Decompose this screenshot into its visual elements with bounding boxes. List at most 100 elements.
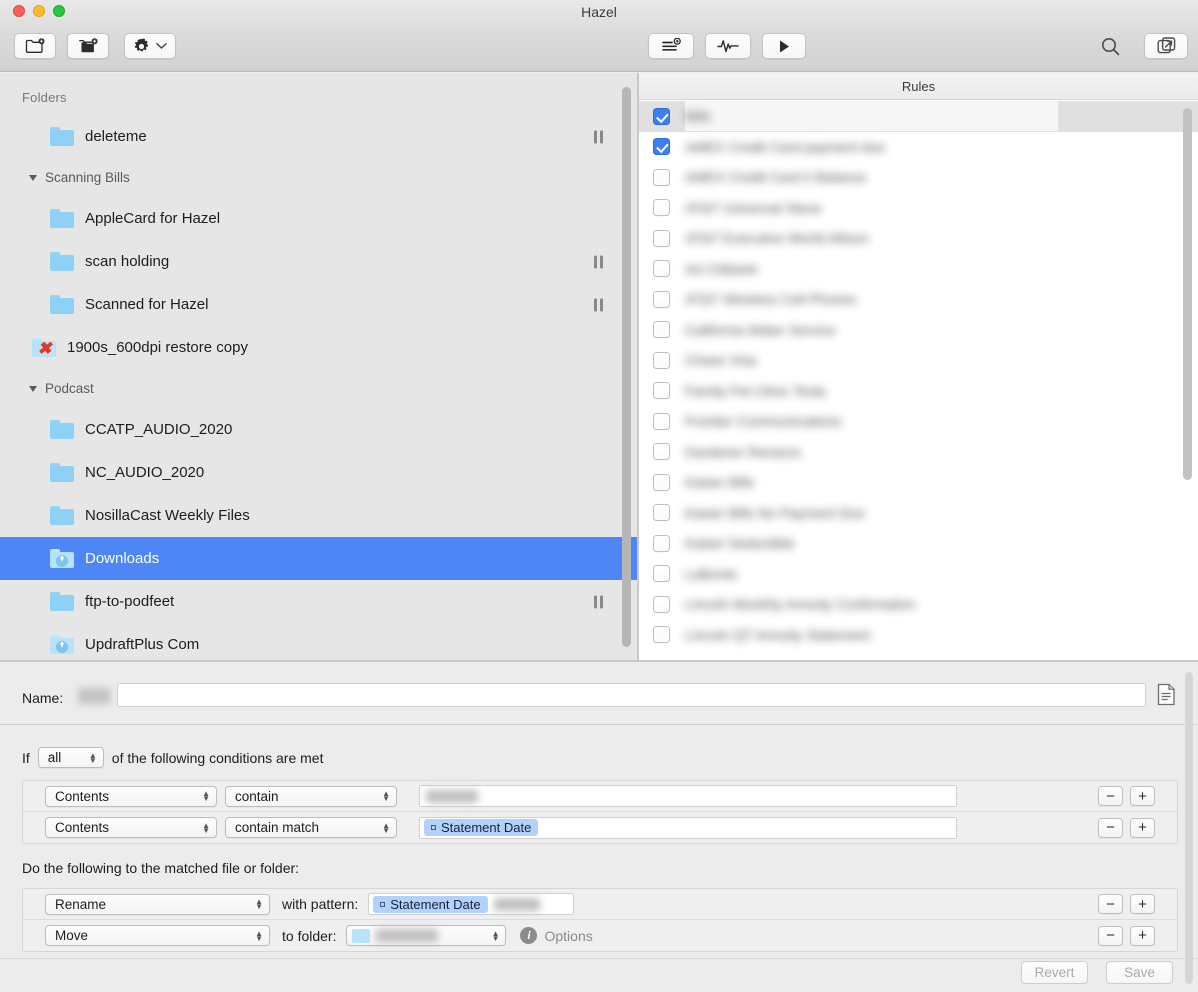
rule-checkbox[interactable] [653,291,670,308]
sidebar-scrollbar-thumb[interactable] [622,87,631,647]
add-existing-folder-button[interactable] [67,33,109,59]
folder-icon [50,252,74,271]
rule-row[interactable]: Family Pet Clinic Tesla [639,376,1198,407]
rule-checkbox[interactable] [653,596,670,613]
rule-checkbox[interactable] [653,230,670,247]
match-mode-select[interactable]: all ▲▼ [38,747,104,768]
rule-checkbox[interactable] [653,443,670,460]
pause-icon[interactable] [594,298,603,311]
sidebar-item-applecard-for-hazel[interactable]: AppleCard for Hazel [0,197,639,240]
pause-icon[interactable] [594,595,603,608]
sidebar-item-downloads[interactable]: Downloads [0,537,639,580]
rule-row[interactable]: Lincoln Monthly Annuity Confirmation [639,589,1198,620]
remove-condition-button[interactable]: − [1098,786,1123,806]
rule-row[interactable]: Gardener Renaros [639,437,1198,468]
sidebar-item-1900s-600dpi-restore-copy[interactable]: ✖ 1900s_600dpi restore copy [0,326,639,369]
condition-value-field[interactable] [419,785,957,807]
token-statement-date[interactable]: Statement Date [424,819,538,836]
search-button[interactable] [1093,33,1127,59]
sidebar-item-scan-holding[interactable]: scan holding [0,240,639,283]
sidebar-item-nosillacast-weekly-files[interactable]: NosillaCast Weekly Files [0,494,639,537]
rule-checkbox[interactable] [653,382,670,399]
folder-label: AppleCard for Hazel [85,210,220,227]
rule-row[interactable]: Kaiser Bills No Payment Due [639,498,1198,529]
action-row: Rename ▲▼ with pattern: Statement Date −… [23,889,1177,920]
sidebar-item-nc-audio-2020[interactable]: NC_AUDIO_2020 [0,451,639,494]
rule-row[interactable]: AMEX Credit Card payment due [639,132,1198,163]
rule-row[interactable]: Art Citibank [639,254,1198,285]
new-rule-button[interactable] [648,33,694,59]
rule-checkbox[interactable] [653,626,670,643]
sidebar-item-scanned-for-hazel[interactable]: Scanned for Hazel [0,283,639,326]
pause-icon[interactable] [594,130,603,143]
chevron-down-icon[interactable] [29,386,37,392]
sidebar-item-deleteme[interactable]: deleteme [0,115,639,158]
action-select[interactable]: Rename ▲▼ [45,894,270,915]
sidebar-item-updraftplus-com[interactable]: UpdraftPlus Com [0,623,639,660]
info-icon[interactable]: i [520,927,537,944]
rule-checkbox[interactable] [653,260,670,277]
rule-checkbox[interactable] [653,535,670,552]
rule-checkbox[interactable] [653,321,670,338]
action-gear-button[interactable] [124,33,176,59]
token-statement-date[interactable]: Statement Date [373,896,487,913]
add-action-button[interactable]: + [1130,894,1155,914]
rule-row[interactable]: Kaiser Bills [639,467,1198,498]
condition-attribute-select[interactable]: Contents ▲▼ [45,817,217,838]
pause-icon[interactable] [594,255,603,268]
add-condition-button[interactable]: + [1130,786,1155,806]
remove-condition-button[interactable]: − [1098,818,1123,838]
sidebar-item-ccatp-audio-2020[interactable]: CCATP_AUDIO_2020 [0,408,639,451]
save-button[interactable]: Save [1106,961,1173,984]
remove-action-button[interactable]: − [1098,894,1123,914]
condition-value-field[interactable]: Statement Date [419,817,957,839]
note-icon[interactable] [1157,683,1176,711]
rule-row[interactable]: Lincoln QT Annuity Statement [639,620,1198,651]
rule-checkbox[interactable] [653,504,670,521]
sidebar-group-scanning-bills[interactable]: Scanning Bills [0,158,639,197]
open-external-button[interactable] [1144,33,1188,59]
remove-action-button[interactable]: − [1098,926,1123,946]
rules-list[interactable]: Bills AMEX Credit Card payment due AMEX … [639,101,1198,660]
run-button[interactable] [762,33,806,59]
conditions-rows: Contents ▲▼ contain ▲▼ − + Contents ▲▼ [22,780,1178,844]
rule-row[interactable]: Chase Visa [639,345,1198,376]
rule-checkbox[interactable] [653,352,670,369]
rule-row[interactable]: Bills [639,101,1198,132]
rule-row[interactable]: Frontier Communications [639,406,1198,437]
destination-folder-select[interactable]: ▲▼ [346,925,506,946]
sidebar-group-podcast[interactable]: Podcast [0,369,639,408]
rule-checkbox[interactable] [653,474,670,491]
rule-row[interactable]: LaBonte [639,559,1198,590]
add-action-button[interactable]: + [1130,926,1155,946]
rule-checkbox[interactable] [653,565,670,582]
rule-row[interactable]: AT&T Universal Steve [639,193,1198,224]
condition-operator-select[interactable]: contain ▲▼ [225,786,397,807]
action-select[interactable]: Move ▲▼ [45,925,270,946]
rule-row[interactable]: AT&T Wireless Cell Phones [639,284,1198,315]
chevron-down-icon[interactable] [29,175,37,181]
add-condition-button[interactable]: + [1130,818,1155,838]
name-input[interactable] [117,683,1146,707]
rename-pattern-field[interactable]: Statement Date [368,893,574,915]
rule-row[interactable]: Kaiser Deductible [639,528,1198,559]
revert-button[interactable]: Revert [1021,961,1088,984]
rule-row[interactable]: AT&T Executive World Allison [639,223,1198,254]
rule-checkbox[interactable] [653,199,670,216]
folders-sidebar[interactable]: Folders deleteme Scanning Bills AppleCar… [0,73,639,660]
rules-scrollbar-thumb[interactable] [1183,108,1192,480]
new-folder-button[interactable] [14,33,56,59]
rule-checkbox[interactable] [653,138,670,155]
condition-operator-select[interactable]: contain match ▲▼ [225,817,397,838]
folder-list[interactable]: deleteme Scanning Bills AppleCard for Ha… [0,115,639,660]
rule-checkbox[interactable] [653,413,670,430]
rule-row[interactable]: California Water Service [639,315,1198,346]
rule-checkbox[interactable] [653,169,670,186]
editor-scrollbar-thumb[interactable] [1185,672,1193,984]
activity-button[interactable] [705,33,751,59]
condition-attribute-select[interactable]: Contents ▲▼ [45,786,217,807]
rule-checkbox[interactable] [653,108,670,125]
sidebar-item-ftp-to-podfeet[interactable]: ftp-to-podfeet [0,580,639,623]
sidebar-scrollbar[interactable] [622,81,631,654]
rule-row[interactable]: AMEX Credit Card 0 Balance [639,162,1198,193]
